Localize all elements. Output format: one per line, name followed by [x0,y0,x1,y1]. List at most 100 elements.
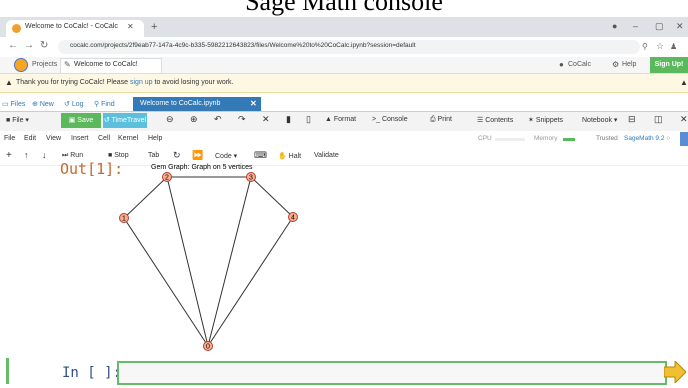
browser-tab-title: Welcome to CoCalc! - CoCalc [25,23,118,30]
code-input[interactable] [117,361,667,385]
console-label: Console [381,116,408,123]
split-horizontal-icon[interactable]: ⊟ [628,114,636,125]
contents-label: Contents [485,117,514,124]
close-window-icon[interactable]: ✕ [676,21,684,32]
timetravel-button[interactable]: ↺ TimeTravel [103,113,147,128]
cpu-label: CPU [478,135,492,142]
file-menu-label: File [12,117,24,124]
save-button[interactable]: ▣ Save [61,113,101,128]
sign-up-link[interactable]: sign up [130,79,153,86]
zoom-out-icon[interactable]: ⊖ [166,114,174,125]
extension-icon[interactable]: ⚲ [642,42,648,51]
list-icon: ☰ [477,117,486,124]
print-button[interactable]: ⎙ Print [430,116,452,124]
contents-button[interactable]: ☰ Contents [477,116,513,124]
cell-type-dropdown[interactable]: Code ▾ [215,152,237,160]
zoom-in-icon[interactable]: ⊕ [190,114,198,125]
menu-view[interactable]: View [46,135,61,142]
undo-icon[interactable]: ↶ [214,114,222,125]
cut-icon[interactable]: ✕ [262,114,270,125]
format-label: Format [333,116,357,123]
log-link[interactable]: ↺ Log [64,100,84,108]
close-editor-icon[interactable]: ✕ [680,114,688,125]
format-button[interactable]: ▲ Format [325,116,356,123]
notebook-label: Notebook [582,117,612,124]
run-label: Run [70,152,84,159]
stop-button[interactable]: ■ Stop [108,152,129,159]
edge-3-4 [250,176,294,218]
cell-type-label: Code [215,153,232,160]
vertex-0-label: 0 [206,344,210,351]
maximize-icon[interactable]: ▢ [655,21,664,32]
tab-button[interactable]: Tab [148,152,159,159]
print-icon: ⎙ [430,116,438,123]
files-label: Files [10,101,26,108]
insert-cell-icon[interactable]: + [6,150,12,161]
bookmark-star-icon[interactable]: ☆ [656,41,664,52]
forward-arrow-icon[interactable]: → [24,40,34,51]
paste-icon[interactable]: ▯ [306,114,311,125]
edge-4-0 [207,216,294,347]
run-arrow-icon[interactable] [664,361,686,383]
project-tab-label: Welcome to CoCalc! [74,61,138,68]
menu-edit[interactable]: Edit [24,135,36,142]
help-link[interactable]: Help [622,61,636,68]
print-label: Print [437,116,452,123]
redo-icon[interactable]: ↷ [238,114,246,125]
console-button[interactable]: >_ Console [372,116,408,123]
edit-pencil-icon: ✎ [64,60,71,69]
timetravel-label: TimeTravel [111,117,147,124]
file-menu-button[interactable]: ■ File ▾ [6,116,29,124]
copy-icon[interactable]: ▮ [286,114,291,125]
menu-insert[interactable]: Insert [71,135,89,142]
tab-close-icon[interactable]: ✕ [127,22,134,31]
banner-message: Thank you for trying CoCalc! Please sign… [16,79,234,86]
cocalc-logo-icon[interactable] [14,58,28,72]
profile-circle-icon[interactable]: ● [612,21,617,31]
caption-bar: Sage Math console [0,0,688,17]
url-text: cocalc.com/projects/2f9eab77-147a-4c9c-b… [70,42,416,49]
edge-1-0 [123,217,209,347]
step-forward-icon: ⏭ [62,152,71,159]
menu-kernel[interactable]: Kernel [118,135,138,142]
new-tab-icon[interactable]: + [151,21,157,33]
run-button[interactable]: ⏭ Run [62,152,83,160]
log-label: Log [71,101,84,108]
move-up-icon[interactable]: ↑ [24,150,29,160]
kernel-status-indicator [680,132,688,146]
snippets-button[interactable]: ✶ Snippets [528,116,563,124]
menu-cell[interactable]: Cell [98,135,110,142]
validate-button[interactable]: Validate [314,152,339,159]
memory-label: Memory [534,135,558,142]
caption-text: Sage Math console [245,0,443,16]
minimize-icon[interactable]: – [633,21,638,31]
kernel-name[interactable]: SageMath 9.2 ○ [624,135,670,142]
magic-icon: ✶ [528,117,536,124]
new-label: New [39,101,54,108]
new-link[interactable]: ⊕ New [32,100,54,108]
sign-up-button[interactable]: Sign Up! [650,57,688,73]
files-link[interactable]: ▭ Files [2,100,25,108]
account-icon[interactable]: ♟ [670,42,677,51]
kernel-label: SageMath 9.2 [624,135,665,142]
edge-2-0 [166,176,209,347]
projects-link[interactable]: Projects [32,61,57,68]
move-down-icon[interactable]: ↓ [42,150,47,160]
cocalc-icon: ● [559,60,564,69]
history-icon: ↺ [64,101,72,108]
halt-button[interactable]: ✋ Halt [278,152,301,160]
format-icon: ▲ [325,116,334,123]
stop-label: Stop [114,152,129,159]
file-tab-close-icon[interactable]: ✕ [250,99,257,108]
split-vertical-icon[interactable]: ◫ [654,114,663,125]
menu-help[interactable]: Help [148,135,162,142]
back-arrow-icon[interactable]: ← [8,40,18,51]
find-link[interactable]: ⚲ Find [94,100,115,108]
graph-title: Gem Graph: Graph on 5 vertices [151,164,253,171]
menu-file[interactable]: File [4,135,15,142]
cocalc-link[interactable]: CoCalc [568,61,591,68]
terminal-icon: >_ [372,116,382,123]
notebook-dropdown[interactable]: Notebook ▾ [582,116,617,124]
cell-selection-bar [6,358,9,384]
reload-icon[interactable]: ↻ [40,40,48,51]
